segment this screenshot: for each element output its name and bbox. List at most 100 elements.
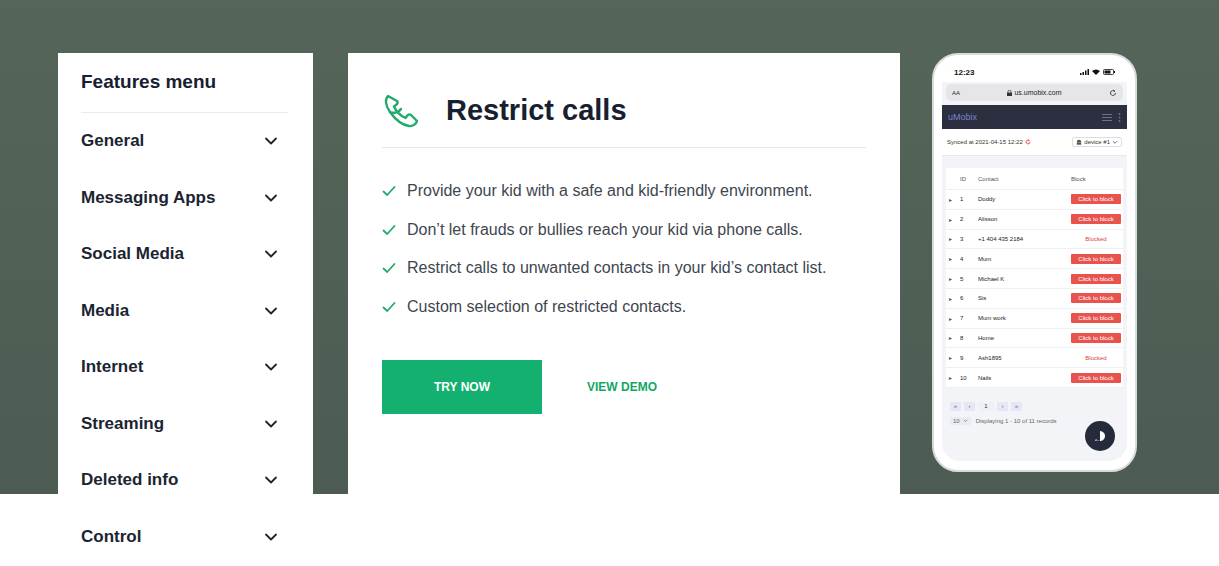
feature-point: Don’t let frauds or bullies reach your k… <box>382 219 866 240</box>
id-cell: 3 <box>960 236 978 242</box>
block-button[interactable]: Click to block <box>1071 293 1121 303</box>
check-icon <box>382 184 396 198</box>
table-header: IDContactBlock <box>946 168 1123 190</box>
app-logo[interactable]: uMobix <box>948 112 977 122</box>
expand-marker[interactable]: ▸ <box>946 374 960 381</box>
table-row[interactable]: ▸8HomeClick to block <box>946 329 1123 349</box>
table-row[interactable]: ▸10NailsClick to block <box>946 368 1123 388</box>
table-row[interactable]: ▸1DoddyClick to block <box>946 190 1123 210</box>
chevron-down-icon <box>264 304 278 318</box>
table-row[interactable]: ▸5Michael KClick to block <box>946 269 1123 289</box>
features-menu: Features menuGeneralMessaging AppsSocial… <box>58 53 313 566</box>
try-now-button[interactable]: TRY NOW <box>382 360 542 414</box>
block-cell: Blocked <box>1071 236 1123 242</box>
block-button[interactable]: Click to block <box>1071 313 1121 323</box>
actions: TRY NOW VIEW DEMO <box>382 360 866 414</box>
expand-marker[interactable]: ▸ <box>946 216 960 223</box>
chevron-down-icon <box>264 530 278 544</box>
block-cell: Click to block <box>1071 254 1123 264</box>
contact-cell: Alisson <box>978 216 1071 222</box>
feature-points: Provide your kid with a safe and kid-fri… <box>382 180 866 317</box>
header-icons <box>1102 113 1121 122</box>
chevron-down-icon <box>264 417 278 431</box>
table-row[interactable]: ▸3+1 404 435 2184Blocked <box>946 230 1123 250</box>
expand-marker[interactable]: ▸ <box>946 275 960 282</box>
table-row[interactable]: ▸4MumClick to block <box>946 249 1123 269</box>
page-button[interactable]: » <box>1011 402 1022 411</box>
status-bar: 12:23 <box>942 62 1127 82</box>
blocked-label: Blocked <box>1071 236 1121 242</box>
contact-cell: Ash1895 <box>978 355 1071 361</box>
menu-item[interactable]: Messaging Apps <box>81 170 288 227</box>
phone-handset-icon <box>382 90 422 130</box>
phone-screen: 12:23AA us.umobix.comuMobixSynced at 202… <box>942 62 1127 461</box>
menu-item[interactable]: Control <box>81 509 288 566</box>
pagination: «‹1›» <box>950 402 1127 411</box>
expand-marker[interactable]: ▸ <box>946 295 960 302</box>
block-button[interactable]: Click to block <box>1071 194 1121 204</box>
block-cell: Click to block <box>1071 373 1123 383</box>
table-row[interactable]: ▸6SisClick to block <box>946 289 1123 309</box>
page-button[interactable]: « <box>950 402 961 411</box>
block-button[interactable]: Click to block <box>1071 274 1121 284</box>
more-icon[interactable] <box>1118 113 1121 122</box>
feature-header: Restrict calls <box>382 90 866 148</box>
check-icon <box>382 223 396 237</box>
block-cell: Click to block <box>1071 293 1123 303</box>
check-icon <box>382 261 396 275</box>
view-demo-link[interactable]: VIEW DEMO <box>587 380 657 394</box>
block-cell: Click to block <box>1071 214 1123 224</box>
id-cell: 7 <box>960 315 978 321</box>
menu-icon[interactable] <box>1102 114 1112 121</box>
expand-marker[interactable]: ▸ <box>946 315 960 322</box>
block-button[interactable]: Click to block <box>1071 214 1121 224</box>
expand-marker[interactable]: ▸ <box>946 255 960 262</box>
page-button[interactable]: ‹ <box>964 402 975 411</box>
menu-item[interactable]: General <box>81 113 288 170</box>
contact-cell: Mum work <box>978 315 1071 321</box>
expand-marker[interactable]: ▸ <box>946 196 960 203</box>
expand-marker[interactable]: ▸ <box>946 334 960 341</box>
app-header: uMobix <box>942 105 1127 129</box>
block-cell: Blocked <box>1071 355 1123 361</box>
menu-item[interactable]: Media <box>81 283 288 340</box>
contacts-table: IDContactBlock▸1DoddyClick to block▸2Ali… <box>946 168 1123 388</box>
table-row[interactable]: ▸9Ash1895Blocked <box>946 348 1123 368</box>
expand-marker[interactable]: ▸ <box>946 235 960 242</box>
id-cell: 9 <box>960 355 978 361</box>
chat-button[interactable] <box>1085 421 1115 451</box>
url-bar[interactable]: AA us.umobix.com <box>946 84 1123 101</box>
block-cell: Click to block <box>1071 313 1123 323</box>
status-icons <box>1080 69 1115 75</box>
blocked-label: Blocked <box>1071 355 1121 361</box>
text-size-button[interactable]: AA <box>952 90 960 96</box>
menu-item[interactable]: Internet <box>81 339 288 396</box>
page-button[interactable]: 1 <box>978 402 994 411</box>
id-cell: 8 <box>960 335 978 341</box>
reload-icon[interactable] <box>1109 89 1117 97</box>
table-row[interactable]: ▸7Mum workClick to block <box>946 309 1123 329</box>
chevron-down-icon <box>264 247 278 261</box>
block-button[interactable]: Click to block <box>1071 333 1121 343</box>
menu-item[interactable]: Social Media <box>81 226 288 283</box>
sync-icon[interactable] <box>1025 139 1031 145</box>
dropdown-icon <box>1112 139 1118 145</box>
block-button[interactable]: Click to block <box>1071 373 1121 383</box>
table-row[interactable]: ▸2AlissonClick to block <box>946 210 1123 230</box>
contact-cell: Mum <box>978 256 1071 262</box>
column-header: ID <box>960 176 978 182</box>
block-cell: Click to block <box>1071 333 1123 343</box>
page-button[interactable]: › <box>997 402 1008 411</box>
menu-item[interactable]: Deleted info <box>81 452 288 509</box>
page-size-select[interactable]: 10 <box>950 417 971 425</box>
contact-cell: +1 404 435 2184 <box>978 236 1071 242</box>
id-cell: 2 <box>960 216 978 222</box>
block-button[interactable]: Click to block <box>1071 254 1121 264</box>
feature-card: Restrict calls Provide your kid with a sa… <box>348 53 900 494</box>
menu-item[interactable]: Streaming <box>81 396 288 453</box>
expand-marker[interactable]: ▸ <box>946 354 960 361</box>
feature-title: Restrict calls <box>446 90 627 130</box>
chevron-down-icon <box>264 191 278 205</box>
block-cell: Click to block <box>1071 194 1123 204</box>
device-select[interactable]: device #1 <box>1072 137 1122 147</box>
